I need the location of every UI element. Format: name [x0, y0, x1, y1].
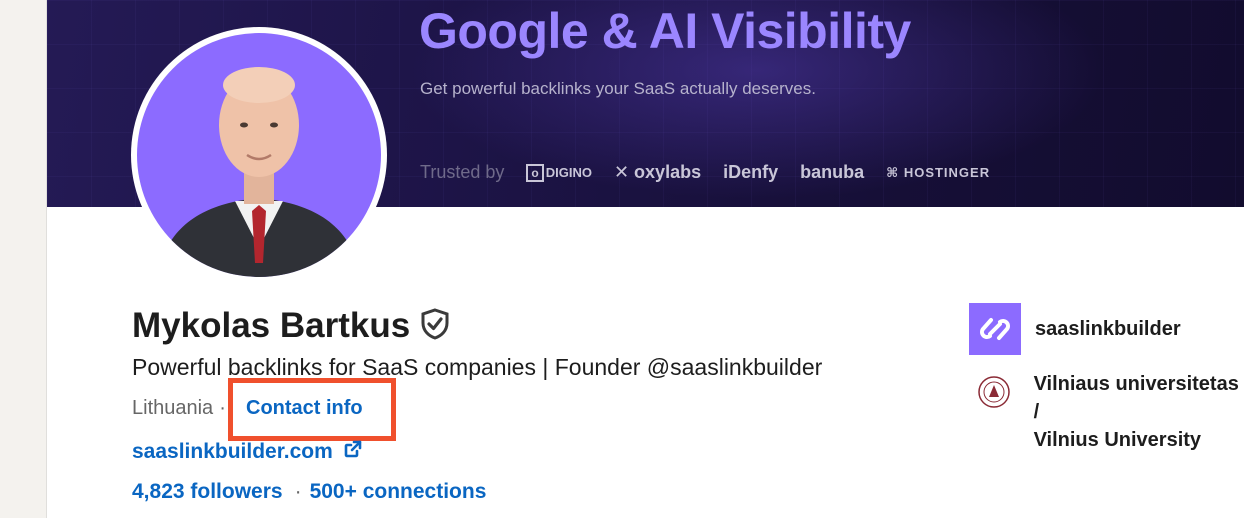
website-row[interactable]: saaslinkbuilder.com	[132, 439, 363, 464]
profile-name-row: Mykolas Bartkus	[132, 306, 450, 346]
verified-shield-icon[interactable]	[420, 307, 450, 345]
education-school[interactable]: Vilniaus universitetas / Vilnius Univers…	[969, 370, 1244, 454]
person-portrait-icon	[157, 67, 361, 277]
banner-subtitle: Get powerful backlinks your SaaS actuall…	[420, 79, 816, 98]
profile-location: Lithuania	[132, 397, 214, 419]
external-link-icon	[343, 439, 363, 464]
network-stats: 4,823 followers · 500+ connections	[132, 480, 486, 504]
brand-logo-hostinger: ⌘ HOSTINGER	[886, 164, 991, 180]
school-name: Vilniaus universitetas / Vilnius Univers…	[1034, 370, 1244, 454]
separator-dot: ·	[294, 480, 302, 503]
separator-dot: ·	[219, 397, 226, 419]
link-logo-icon	[969, 303, 1021, 355]
brand-logo-oxylabs: ✕ oxylabs	[613, 162, 702, 182]
followers-link[interactable]: 4,823 followers	[132, 480, 283, 504]
banner-title: Google & AI Visibility	[419, 3, 911, 59]
school-name-line1: Vilniaus universitetas /	[1033, 373, 1239, 423]
school-name-line2: Vilnius University	[1033, 429, 1202, 451]
profile-avatar[interactable]	[131, 27, 387, 283]
profile-name: Mykolas Bartkus	[132, 306, 411, 345]
trusted-by-label: Trusted by	[420, 162, 505, 182]
brand-logo-digino: o DIGINO	[526, 163, 592, 182]
university-seal-icon	[969, 370, 1020, 414]
brand-logo-idenfy: iDenfy	[723, 162, 779, 182]
website-link[interactable]: saaslinkbuilder.com	[132, 440, 333, 464]
trusted-by-row: Trusted by o DIGINO ✕ oxylabs iDenfy banu…	[420, 162, 990, 183]
contact-info-link[interactable]: Contact info	[246, 397, 363, 420]
avatar-photo	[137, 33, 381, 277]
profile-card: Google & AI Visibility Get powerful back…	[46, 0, 1244, 518]
location-row: Lithuania ·	[132, 397, 232, 420]
current-company[interactable]: saaslinkbuilder	[969, 303, 1181, 355]
brand-logo-banuba: banuba	[800, 162, 865, 182]
connections-link[interactable]: 500+ connections	[310, 480, 487, 504]
profile-headline: Powerful backlinks for SaaS companies | …	[132, 354, 823, 380]
company-name: saaslinkbuilder	[1035, 318, 1181, 340]
